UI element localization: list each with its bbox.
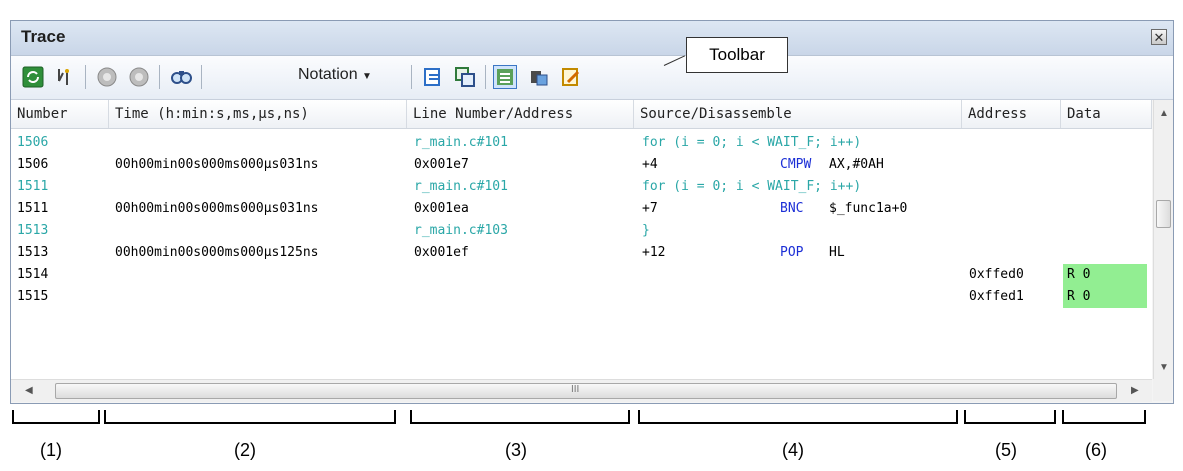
row-operand: HL bbox=[829, 245, 845, 260]
scroll-right-icon[interactable]: ▶ bbox=[1131, 385, 1139, 396]
annotation-label-3: (3) bbox=[505, 440, 527, 460]
jump-icon[interactable] bbox=[527, 65, 551, 89]
row-address: 0xffed1 bbox=[969, 289, 1024, 304]
filter-icon[interactable] bbox=[53, 65, 77, 89]
step-forward-icon[interactable] bbox=[127, 65, 151, 89]
table-row[interactable]: 1506 00h00min00s000ms000μs031ns 0x001e7 … bbox=[11, 154, 1152, 176]
scroll-grip: III bbox=[571, 384, 580, 395]
row-offset: +7 bbox=[642, 201, 658, 216]
toolbar-separator bbox=[159, 65, 160, 89]
column-bracket-6 bbox=[1062, 410, 1146, 424]
step-back-icon[interactable] bbox=[95, 65, 119, 89]
table-row[interactable]: 1506 r_main.c#101 for (i = 0; i < WAIT_F… bbox=[11, 132, 1152, 154]
edit-icon[interactable] bbox=[559, 65, 583, 89]
scroll-corner bbox=[1153, 379, 1172, 401]
annotation-label-4: (4) bbox=[782, 440, 804, 460]
column-bracket-2 bbox=[104, 410, 396, 424]
row-line: 0x001ea bbox=[414, 201, 469, 216]
column-bracket-3 bbox=[410, 410, 630, 424]
horizontal-scroll-thumb[interactable]: III bbox=[55, 383, 1117, 399]
toolbar-callout: Toolbar bbox=[686, 37, 788, 73]
row-line: r_main.c#101 bbox=[414, 179, 508, 194]
notation-label: Notation bbox=[298, 66, 358, 83]
column-header-number[interactable]: Number bbox=[11, 100, 109, 128]
row-offset: +12 bbox=[642, 245, 666, 260]
row-line: 0x001ef bbox=[414, 245, 469, 260]
row-time: 00h00min00s000ms000μs125ns bbox=[115, 245, 319, 260]
row-source: } bbox=[642, 223, 650, 238]
row-number: 1513 bbox=[17, 223, 49, 238]
row-line: r_main.c#103 bbox=[414, 223, 508, 238]
table-row[interactable]: 1511 r_main.c#101 for (i = 0; i < WAIT_F… bbox=[11, 176, 1152, 198]
horizontal-scrollbar[interactable]: ◀ III ▶ bbox=[11, 379, 1152, 402]
find-icon[interactable] bbox=[169, 65, 193, 89]
annotation-label-2: (2) bbox=[234, 440, 256, 460]
row-number: 1511 bbox=[17, 201, 49, 216]
row-operand: $_func1a+0 bbox=[829, 201, 908, 216]
row-number: 1511 bbox=[17, 179, 49, 194]
table-row[interactable]: 1514 0xffed0 R 0 bbox=[11, 264, 1152, 286]
row-number: 1514 bbox=[17, 267, 49, 282]
toolbar-separator bbox=[85, 65, 86, 89]
vertical-scrollbar[interactable]: ▲ ▼ bbox=[1153, 100, 1173, 379]
toolbar-separator bbox=[411, 65, 412, 89]
row-mnemonic: BNC bbox=[780, 201, 804, 216]
table-row[interactable]: 1511 00h00min00s000ms000μs031ns 0x001ea … bbox=[11, 198, 1152, 220]
column-header-address[interactable]: Address bbox=[962, 100, 1061, 128]
row-data: R 0 bbox=[1063, 286, 1147, 308]
row-offset: +4 bbox=[642, 157, 658, 172]
column-bracket-5 bbox=[964, 410, 1056, 424]
column-bracket-4 bbox=[638, 410, 958, 424]
row-number: 1513 bbox=[17, 245, 49, 260]
copy-icon[interactable] bbox=[453, 65, 477, 89]
chevron-down-icon: ▼ bbox=[362, 71, 372, 82]
column-header-source[interactable]: Source/Disassemble bbox=[634, 100, 962, 128]
row-source: for (i = 0; i < WAIT_F; i++) bbox=[642, 179, 862, 194]
notation-menu[interactable]: Notation ▼ bbox=[298, 66, 372, 84]
row-source: for (i = 0; i < WAIT_F; i++) bbox=[642, 135, 862, 150]
scroll-up-icon[interactable]: ▲ bbox=[1159, 108, 1169, 119]
toolbar: Notation ▼ bbox=[11, 56, 1173, 100]
row-line: r_main.c#101 bbox=[414, 135, 508, 150]
mixed-display-icon[interactable] bbox=[493, 65, 517, 89]
row-number: 1515 bbox=[17, 289, 49, 304]
vertical-scroll-thumb[interactable] bbox=[1156, 200, 1171, 228]
close-icon[interactable]: ✕ bbox=[1151, 29, 1167, 45]
title-bar: Trace ✕ bbox=[11, 21, 1173, 56]
toolbar-separator bbox=[485, 65, 486, 89]
annotation-label-5: (5) bbox=[995, 440, 1017, 460]
column-header-data[interactable]: Data bbox=[1061, 100, 1152, 128]
column-header-line-address[interactable]: Line Number/Address bbox=[407, 100, 634, 128]
row-mnemonic: POP bbox=[780, 245, 804, 260]
table-row[interactable]: 1515 0xffed1 R 0 bbox=[11, 286, 1152, 308]
row-line: 0x001e7 bbox=[414, 157, 469, 172]
panel-title: Trace bbox=[21, 27, 66, 46]
trace-panel: Trace ✕ Notation ▼ Number Time (h:min:s,… bbox=[10, 20, 1174, 404]
row-operand: AX,#0AH bbox=[829, 157, 884, 172]
row-number: 1506 bbox=[17, 135, 49, 150]
row-mnemonic: CMPW bbox=[780, 157, 812, 172]
table-row[interactable]: 1513 r_main.c#103 } bbox=[11, 220, 1152, 242]
refresh-icon[interactable] bbox=[21, 65, 45, 89]
row-number: 1506 bbox=[17, 157, 49, 172]
row-address: 0xffed0 bbox=[969, 267, 1024, 282]
annotation-label-6: (6) bbox=[1085, 440, 1107, 460]
link-source-icon[interactable] bbox=[421, 65, 445, 89]
row-data: R 0 bbox=[1063, 264, 1147, 286]
annotation-label-1: (1) bbox=[40, 440, 62, 460]
trace-table[interactable]: Number Time (h:min:s,ms,μs,ns) Line Numb… bbox=[11, 100, 1152, 379]
column-bracket-1 bbox=[12, 410, 100, 424]
row-time: 00h00min00s000ms000μs031ns bbox=[115, 201, 319, 216]
column-header-time[interactable]: Time (h:min:s,ms,μs,ns) bbox=[109, 100, 407, 128]
toolbar-separator bbox=[201, 65, 202, 89]
table-row[interactable]: 1513 00h00min00s000ms000μs125ns 0x001ef … bbox=[11, 242, 1152, 264]
table-header: Number Time (h:min:s,ms,μs,ns) Line Numb… bbox=[11, 100, 1152, 129]
scroll-down-icon[interactable]: ▼ bbox=[1159, 362, 1169, 373]
row-time: 00h00min00s000ms000μs031ns bbox=[115, 157, 319, 172]
scroll-left-icon[interactable]: ◀ bbox=[25, 385, 33, 396]
